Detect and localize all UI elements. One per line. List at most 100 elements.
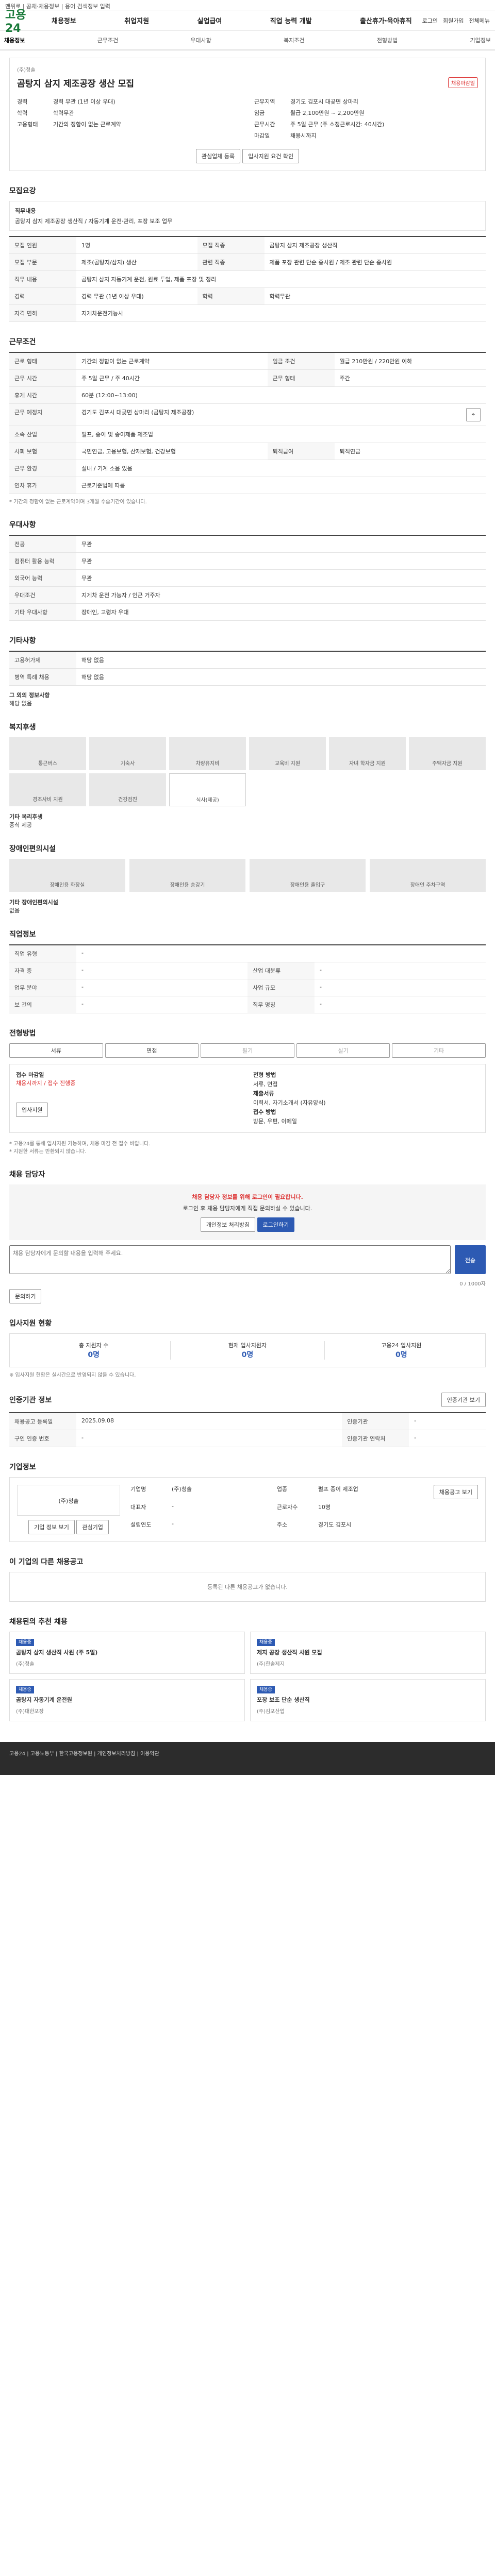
preference-table: 전공 무관 컴퓨터 활용 능력 무관 외국어 능력 무관 우대조건 지게차 운전 가능자… bbox=[9, 535, 486, 621]
recruit-table: 모집 인원 1명 모집 직종 곰탕지 삼지 제조공장 생산직 모집 부문 제조(곰탕지/… bbox=[9, 236, 486, 322]
hours-label: 근무시간 bbox=[254, 121, 275, 128]
nav-support[interactable]: 취업지원 bbox=[124, 15, 149, 25]
other-jobs-empty: 등록된 다른 채용공고가 없습니다. bbox=[9, 1572, 486, 1602]
scrap-button[interactable]: 관심업체 등록 bbox=[195, 149, 241, 163]
company-name[interactable]: (주)청솔 bbox=[17, 65, 478, 73]
menu-icon[interactable]: 전체메뉴 bbox=[469, 16, 490, 25]
region-value: 경기도 김포시 대곶면 상마리 bbox=[290, 98, 358, 105]
welfare-etc-label: 기타 복리후생 bbox=[9, 814, 43, 820]
nav-jobs[interactable]: 채용정보 bbox=[52, 15, 76, 25]
conditions-note: * 기간의 정함이 없는 근로계약이며 3개월 수습기간이 있습니다. bbox=[9, 499, 147, 505]
tab-selection[interactable]: 전형방법 bbox=[377, 36, 398, 44]
stat-current: 0명 bbox=[241, 1351, 254, 1359]
edu-value: 학력무관 bbox=[53, 110, 74, 116]
type-label: 고용형태 bbox=[17, 121, 38, 128]
selection-note-2: * 지원한 서류는 반환되지 않습니다. bbox=[9, 1149, 87, 1155]
job-summary-card: (주)청솔 곰탕지 삼지 제조공장 생산 모집 채용마감일 경력 경력 무관 (1… bbox=[9, 58, 486, 171]
inquiry-textarea[interactable] bbox=[9, 1245, 451, 1274]
career-value: 경력 무관 (1년 이상 우대) bbox=[53, 98, 116, 105]
applicants-note: ※ 입사지원 현황은 실시간으로 반영되지 않을 수 있습니다. bbox=[9, 1372, 136, 1378]
apply-check-button[interactable]: 입사지원 요건 확인 bbox=[242, 149, 300, 163]
selection-note-1: * 고용24를 통해 입사지원 가능하며, 채용 마감 전 접수 바랍니다. bbox=[9, 1141, 151, 1147]
duty-box-title: 직무내용 bbox=[15, 208, 36, 214]
region-label: 근무지역 bbox=[254, 98, 275, 105]
step-interview: 면접 bbox=[105, 1043, 199, 1058]
apply-button[interactable]: 입사지원 bbox=[16, 1103, 48, 1117]
section-tabs: 채용정보 근무조건 우대사항 복지조건 전형방법 기업정보 bbox=[0, 31, 495, 50]
cert-button[interactable]: 인증기관 보기 bbox=[441, 1393, 486, 1407]
cert-table: 채용공고 등록일 2025.09.08 인증기관 - 구인 인증 번호 - 인증기관 연락… bbox=[9, 1412, 486, 1447]
header-util: 로그인 회원가입 전체메뉴 bbox=[422, 16, 490, 25]
stat-total: 0명 bbox=[88, 1351, 100, 1359]
welfare-dorm-icon: 기숙사 bbox=[89, 737, 166, 770]
facility-elevator-icon: 장애인용 승강기 bbox=[129, 859, 245, 892]
cert-heading: 인증기관 정보 bbox=[9, 1396, 52, 1404]
welfare-car-icon: 차량유지비 bbox=[169, 737, 246, 770]
welfare-house-icon: 주택자금 지원 bbox=[409, 737, 486, 770]
map-button[interactable]: ⌖ bbox=[466, 408, 481, 421]
step-written: 필기 bbox=[201, 1043, 294, 1058]
deadline-value: 채용시까지 / 접수 진행중 bbox=[16, 1080, 76, 1087]
career-label: 경력 bbox=[17, 98, 28, 105]
facility-etc-label: 기타 장애인편의시설 bbox=[9, 899, 58, 906]
edu-label: 학력 bbox=[17, 110, 28, 116]
status-badge: 채용마감일 bbox=[448, 77, 478, 88]
tab-welfare[interactable]: 복지조건 bbox=[284, 36, 304, 44]
site-footer: 고용24 | 고용노동부 | 한국고용정보원 | 개인정보처리방침 | 이용약관 bbox=[0, 1742, 495, 1775]
tab-recruit[interactable]: 채용정보 bbox=[4, 36, 25, 44]
step-docs: 서류 bbox=[9, 1043, 103, 1058]
selection-heading: 전형방법 bbox=[9, 1029, 36, 1038]
privacy-button[interactable]: 개인정보 처리방침 bbox=[200, 1217, 256, 1232]
char-count: 0 / 1000자 bbox=[459, 1281, 486, 1287]
conditions-table: 근로 형태 기간의 정함이 없는 근로계약 임금 조건 월급 210만원 / 220만… bbox=[9, 352, 486, 494]
send-button[interactable]: 전송 bbox=[455, 1245, 486, 1274]
global-nav: 채용정보 취업지원 실업급여 직업 능력 개발 출산휴가·육아휴직 bbox=[41, 15, 422, 25]
duty-box-text: 곰탕지 삼지 제조공장 생산직 / 자동기계 운전·관리, 포장 보조 업무 bbox=[15, 218, 173, 225]
facility-etc-value: 없음 bbox=[9, 907, 20, 914]
step-practical: 실기 bbox=[296, 1043, 390, 1058]
etc-extra-label: 그 외의 정보사항 bbox=[9, 692, 50, 699]
manager-alert: 채용 담당자 정보를 위해 로그인이 필요합니다. bbox=[192, 1194, 303, 1200]
recruit-heading: 모집요강 bbox=[9, 187, 36, 195]
nav-training[interactable]: 직업 능력 개발 bbox=[270, 15, 312, 25]
step-etc: 기타 bbox=[392, 1043, 486, 1058]
type-value: 기간의 정함이 없는 근로계약 bbox=[53, 121, 121, 128]
welfare-heading: 복지후생 bbox=[9, 723, 36, 732]
recommend-card[interactable]: 채용중 곰탕지 자동기계 운전원 (주)대한포장 bbox=[9, 1679, 245, 1721]
etc-table: 고용허가제 해당 없음 병역 특례 채용 해당 없음 bbox=[9, 651, 486, 686]
tab-preference[interactable]: 우대사항 bbox=[190, 36, 211, 44]
jobinfo-table: 직업 유형 - 자격 증 - 산업 대분류 - 업무 분야 - 사업 규모 - 보 건의 - 직무… bbox=[9, 944, 486, 1013]
inquiry-button[interactable]: 문의하기 bbox=[9, 1289, 42, 1303]
recommend-card[interactable]: 채용중 포장 보조 단순 생산직 (주)김포산업 bbox=[250, 1679, 486, 1721]
site-logo[interactable]: 고용24 bbox=[5, 6, 41, 35]
facility-entrance-icon: 장애인용 출입구 bbox=[250, 859, 366, 892]
wage-value: 월급 2,100만원 ~ 2,200만원 bbox=[290, 110, 365, 116]
tab-company[interactable]: 기업정보 bbox=[470, 36, 491, 44]
favorite-company-button[interactable]: 관심기업 bbox=[76, 1520, 109, 1534]
tab-conditions[interactable]: 근무조건 bbox=[97, 36, 118, 44]
company-jobs-button[interactable]: 채용공고 보기 bbox=[433, 1485, 478, 1499]
facility-parking-icon: 장애인 주차구역 bbox=[370, 859, 486, 892]
company-heading: 기업정보 bbox=[9, 1463, 36, 1471]
recommend-card[interactable]: 채용중 제지 공장 생산직 사원 모집 (주)한솔제지 bbox=[250, 1632, 486, 1674]
close-label: 마감일 bbox=[254, 132, 270, 139]
etc-extra-value: 해당 없음 bbox=[9, 700, 32, 707]
top-utility-bar: 맨위로 | 공채·채용정보 | 용어 검색정보 입력 bbox=[0, 0, 495, 10]
recommend-card[interactable]: 채용중 곰탕지 삼지 생산직 사원 (주 5일) (주)청솔 bbox=[9, 1632, 245, 1674]
login-link[interactable]: 로그인 bbox=[422, 16, 438, 25]
wage-label: 임금 bbox=[254, 110, 265, 116]
welfare-meal-icon: 식사(제공) bbox=[169, 773, 246, 806]
login-button[interactable]: 로그인하기 bbox=[257, 1217, 295, 1232]
facility-toilet-icon: 장애인용 화장실 bbox=[9, 859, 125, 892]
nav-unemployment[interactable]: 실업급여 bbox=[197, 15, 222, 25]
nav-leave[interactable]: 출산휴가·육아휴직 bbox=[360, 15, 412, 25]
welfare-health-icon: 건강검진 bbox=[89, 773, 166, 806]
company-logo: (주)청솔 bbox=[17, 1485, 120, 1516]
welfare-child-icon: 자녀 학자금 지원 bbox=[329, 737, 406, 770]
welfare-edu-icon: 교육비 지원 bbox=[249, 737, 326, 770]
preference-heading: 우대사항 bbox=[9, 521, 36, 529]
company-info-button[interactable]: 기업 정보 보기 bbox=[28, 1520, 75, 1534]
signup-link[interactable]: 회원가입 bbox=[443, 16, 464, 25]
welfare-bus-icon: 통근버스 bbox=[9, 737, 86, 770]
manager-heading: 채용 담당자 bbox=[9, 1171, 45, 1179]
